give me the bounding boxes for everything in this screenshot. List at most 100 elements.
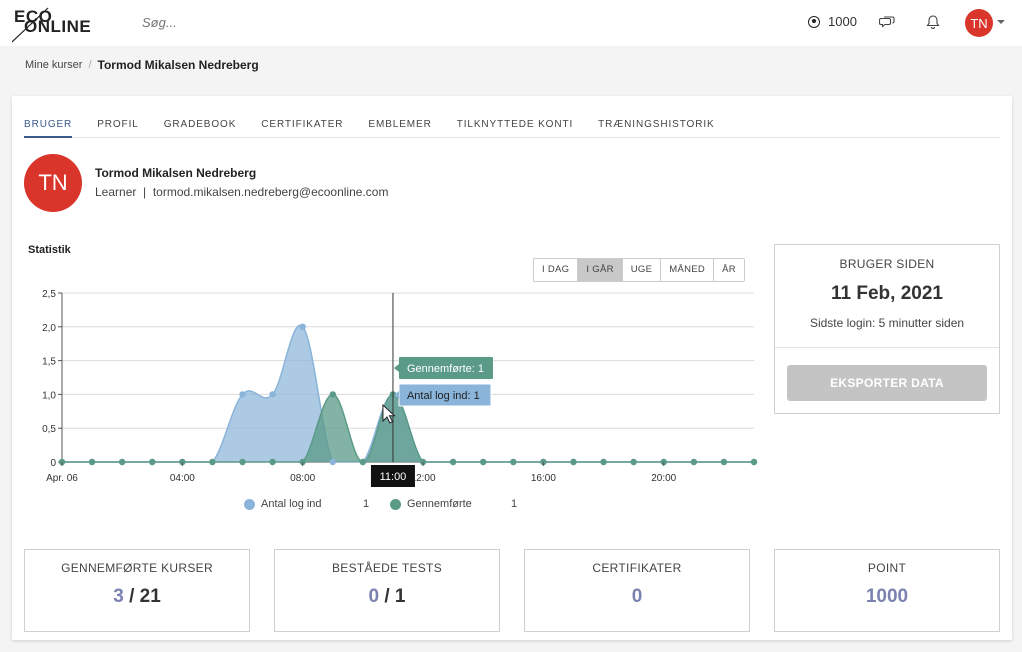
export-data-button[interactable]: EKSPORTER DATA bbox=[787, 365, 987, 401]
y-tick-label: 0 bbox=[50, 458, 56, 469]
member-since-box: BRUGER SIDEN 11 Feb, 2021 Sidste login: … bbox=[774, 244, 1000, 414]
stat-label: POINT bbox=[867, 561, 907, 575]
breadcrumb-parent-link[interactable]: Mine kurser bbox=[25, 59, 82, 71]
data-point bbox=[299, 323, 306, 330]
statistics-chart[interactable]: 00,51,01,52,02,5Apr. 06 04:00 08:00 12:00 16… bbox=[24, 282, 769, 522]
user-card: BRUGER PROFIL GRADEBOOK CERTIFIKATER EMB… bbox=[12, 96, 1012, 640]
stat-total: / 1 bbox=[379, 586, 406, 607]
tab-emblemer[interactable]: EMBLEMER bbox=[368, 116, 431, 138]
stat-number: 3 bbox=[113, 586, 124, 607]
legend-label-logins: Antal log ind bbox=[261, 498, 322, 510]
x-tick-label: 20:00 bbox=[651, 473, 676, 484]
tab-certifikater[interactable]: CERTIFIKATER bbox=[261, 116, 343, 138]
range-yesterday-button[interactable]: I GÅR bbox=[577, 259, 622, 281]
breadcrumb-current: Tormod Mikalsen Nedreberg bbox=[97, 58, 259, 72]
data-point bbox=[329, 458, 336, 466]
stat-value: 0 bbox=[525, 586, 749, 608]
x-tick-label: Apr. 06 bbox=[46, 473, 78, 484]
stat-label: BESTÅEDE TESTS bbox=[331, 561, 442, 575]
tab-gradebook[interactable]: GRADEBOOK bbox=[164, 116, 237, 138]
user-name: Tormod Mikalsen Nedreberg bbox=[95, 166, 257, 180]
stat-label: CERTIFIKATER bbox=[592, 561, 682, 575]
y-tick-label: 2,5 bbox=[42, 289, 56, 300]
data-point bbox=[329, 391, 336, 398]
tab-profil[interactable]: PROFIL bbox=[97, 116, 139, 138]
data-point bbox=[239, 391, 246, 398]
logo-text-line2: ONLINE bbox=[24, 17, 92, 36]
legend-item-logins[interactable]: Antal log ind 1 bbox=[244, 498, 390, 510]
statistics-title: Statistik bbox=[28, 244, 71, 256]
x-tick-label: 04:00 bbox=[170, 473, 195, 484]
tooltip-completed-arrow bbox=[393, 364, 399, 372]
target-icon bbox=[808, 15, 820, 28]
crosshair-label: 11:00 bbox=[380, 471, 407, 483]
divider bbox=[775, 347, 999, 348]
legend-dot-logins bbox=[244, 498, 255, 510]
stat-completed-courses: GENNEMFØRTE KURSER 3 / 21 bbox=[24, 549, 250, 632]
data-point bbox=[209, 458, 216, 466]
member-since-label: BRUGER SIDEN bbox=[839, 257, 935, 271]
points-indicator[interactable]: 1000 bbox=[808, 14, 857, 29]
user-role-email: Learner | tormod.mikalsen.nedreberg@ecoo… bbox=[95, 185, 389, 199]
data-point bbox=[510, 458, 517, 466]
range-year-button[interactable]: ÅR bbox=[713, 259, 744, 281]
data-point bbox=[600, 458, 607, 466]
stat-number: 0 bbox=[368, 586, 380, 607]
data-point bbox=[88, 458, 96, 466]
stat-value: 3 / 21 bbox=[25, 586, 249, 608]
data-point bbox=[359, 458, 367, 466]
stat-points: POINT 1000 bbox=[774, 549, 1000, 632]
points-value: 1000 bbox=[828, 14, 857, 29]
stat-label: GENNEMFØRTE KURSER bbox=[61, 561, 213, 575]
stat-certificates: CERTIFIKATER 0 bbox=[524, 549, 750, 632]
stat-passed-tests: BESTÅEDE TESTS 0 / 1 bbox=[274, 549, 500, 632]
chat-icon[interactable] bbox=[878, 14, 895, 30]
data-point bbox=[118, 458, 126, 466]
breadcrumb-separator: / bbox=[88, 59, 92, 71]
range-month-button[interactable]: MÅNED bbox=[660, 259, 713, 281]
y-tick-label: 1,0 bbox=[42, 390, 56, 401]
member-since-date: 11 Feb, 2021 bbox=[831, 283, 943, 304]
data-point bbox=[269, 458, 276, 466]
tab-tilknyttede-konti[interactable]: TILKNYTTEDE KONTI bbox=[457, 116, 573, 138]
profile-avatar: TN bbox=[24, 154, 82, 212]
tooltip-logins: Antal log ind: 1 bbox=[407, 390, 480, 402]
y-tick-label: 2,0 bbox=[42, 323, 56, 334]
y-tick-label: 0,5 bbox=[42, 424, 56, 435]
range-week-button[interactable]: UGE bbox=[621, 259, 661, 281]
data-point bbox=[570, 458, 577, 466]
x-tick-label: 16:00 bbox=[531, 473, 556, 484]
tab-bar: BRUGER PROFIL GRADEBOOK CERTIFIKATER EMB… bbox=[24, 116, 1000, 138]
search-input[interactable] bbox=[142, 15, 442, 30]
data-point bbox=[720, 458, 728, 466]
data-point bbox=[449, 458, 457, 466]
stat-value: 0 / 1 bbox=[275, 586, 499, 608]
range-selector: I DAG I GÅR UGE MÅNED ÅR bbox=[533, 258, 745, 282]
range-today-button[interactable]: I DAG bbox=[534, 259, 577, 281]
data-point bbox=[750, 458, 758, 466]
user-avatar[interactable]: TN bbox=[965, 9, 993, 37]
data-point bbox=[690, 458, 698, 466]
bell-icon[interactable] bbox=[925, 14, 941, 30]
legend-item-completed[interactable]: Gennemførte 1 bbox=[390, 498, 517, 510]
legend-value-logins: 1 bbox=[363, 498, 370, 510]
data-point bbox=[149, 458, 156, 466]
data-point bbox=[239, 458, 246, 466]
data-point bbox=[630, 458, 637, 466]
legend-label-completed: Gennemførte bbox=[407, 498, 472, 510]
econline-logo[interactable]: ECO ONLINE bbox=[12, 4, 92, 44]
tooltip-completed: Gennemførte: 1 bbox=[407, 363, 484, 375]
tab-traeningshistorik[interactable]: TRÆNINGSHISTORIK bbox=[598, 116, 714, 138]
breadcrumb: Mine kurser / Tormod Mikalsen Nedreberg bbox=[25, 58, 259, 72]
stat-number: 0 bbox=[631, 586, 643, 607]
legend-dot-completed bbox=[390, 498, 401, 510]
stat-number: 1000 bbox=[865, 586, 909, 607]
stat-total: / 21 bbox=[123, 586, 161, 607]
data-point bbox=[480, 458, 487, 466]
legend-value-completed: 1 bbox=[511, 498, 518, 510]
top-bar: ECO ONLINE 1000 TN bbox=[0, 0, 1022, 46]
last-login-text: Sidste login: 5 minutter siden bbox=[809, 316, 965, 330]
chart-legend: Antal log ind 1 Gennemførte 1 bbox=[244, 498, 517, 510]
chevron-down-icon[interactable] bbox=[997, 20, 1005, 24]
tab-bruger[interactable]: BRUGER bbox=[24, 116, 73, 138]
